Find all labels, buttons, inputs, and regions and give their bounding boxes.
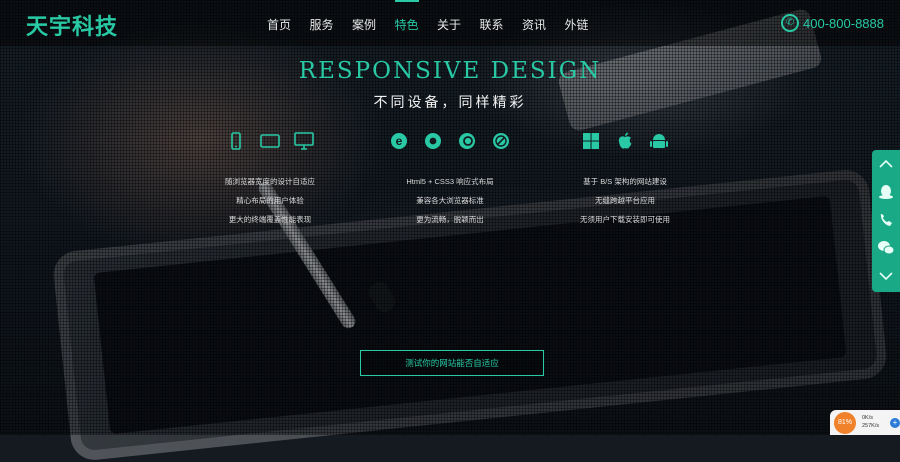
scroll-down-button[interactable] xyxy=(872,262,900,290)
feature-line: 无须用户下载安装即可使用 xyxy=(580,215,670,224)
tablet-device-icon xyxy=(260,134,280,148)
nav-home[interactable]: 首页 xyxy=(258,0,300,46)
plus-icon[interactable]: + xyxy=(890,418,900,428)
feature-platforms: 基于 B/S 架构的网站建设 无缝跨越平台应用 无须用户下载安装即可使用 xyxy=(535,130,715,229)
phone-icon: ✆ xyxy=(781,14,800,32)
header-phone: ✆ 400-800-8888 xyxy=(781,14,884,32)
speed-widget[interactable]: 81% 0K/s 257K/s + xyxy=(830,410,900,435)
apple-icon xyxy=(618,132,632,149)
feature-line: 无缝跨越平台应用 xyxy=(595,196,655,205)
feature-line: 更大的终端覆盖性能表现 xyxy=(228,215,312,224)
nav-about[interactable]: 关于 xyxy=(428,0,470,46)
nav-news[interactable]: 资讯 xyxy=(513,0,555,46)
monitor-device-icon xyxy=(294,132,314,150)
chrome-browser-icon xyxy=(425,133,441,149)
qq-contact-button[interactable] xyxy=(872,178,900,206)
wechat-icon xyxy=(878,241,895,255)
wechat-contact-button[interactable] xyxy=(872,234,900,262)
qq-icon xyxy=(879,185,893,199)
scroll-up-button[interactable] xyxy=(872,150,900,178)
nav-contact[interactable]: 联系 xyxy=(471,0,513,46)
widget-stat-bottom: 257K/s xyxy=(862,423,880,429)
feature-line: 更为流畅，脱颖而出 xyxy=(416,215,484,224)
chevron-down-icon xyxy=(879,272,893,281)
main-nav: 首页 服务 案例 特色 关于 联系 资讯 外链 xyxy=(258,0,598,46)
site-header: 天宇科技 首页 服务 案例 特色 关于 联系 资讯 外链 ✆ 400-800-8… xyxy=(0,0,900,46)
feature-browsers: e Html5 + CSS3 响应式布局 兼容各大浏览器标准 更为流畅，脱颖而出 xyxy=(360,130,540,229)
nav-cases[interactable]: 案例 xyxy=(343,0,385,46)
feature-line: 基于 B/S 架构的网站建设 xyxy=(583,177,667,186)
safari-browser-icon xyxy=(493,133,509,149)
site-logo[interactable]: 天宇科技 xyxy=(26,9,118,41)
test-responsive-button[interactable]: 测试你的网站能否自适应 xyxy=(360,350,544,376)
hero-subtitle: 不同设备，同样精彩 xyxy=(373,94,527,110)
nav-services[interactable]: 服务 xyxy=(301,0,343,46)
phone-call-icon xyxy=(880,214,892,226)
nav-links[interactable]: 外链 xyxy=(556,0,598,46)
ie-browser-icon: e xyxy=(391,133,407,149)
chevron-up-icon xyxy=(879,159,893,168)
android-icon xyxy=(650,134,668,148)
phone-number: 400-800-8888 xyxy=(803,15,884,31)
nav-features[interactable]: 特色 xyxy=(386,0,428,46)
feature-line: Html5 + CSS3 响应式布局 xyxy=(406,177,494,186)
feature-line: 随浏览器宽度的设计自适应 xyxy=(225,177,315,186)
hero-title: RESPONSIVE DESIGN xyxy=(298,58,602,84)
widget-stat-top: 0K/s xyxy=(862,415,874,421)
widget-stats: 0K/s 257K/s xyxy=(862,414,879,430)
svg-text:e: e xyxy=(396,134,403,148)
windows-icon xyxy=(583,133,599,149)
firefox-browser-icon xyxy=(459,133,475,149)
feature-line: 精心布局的用户体验 xyxy=(236,196,304,205)
widget-percent-badge: 81% xyxy=(834,412,856,434)
phone-contact-button[interactable] xyxy=(872,206,900,234)
feature-line: 兼容各大浏览器标准 xyxy=(416,196,484,205)
feature-devices: 随浏览器宽度的设计自适应 精心布局的用户体验 更大的终端覆盖性能表现 xyxy=(180,130,360,229)
phone-device-icon xyxy=(231,132,241,150)
side-contact-panel xyxy=(872,150,900,292)
